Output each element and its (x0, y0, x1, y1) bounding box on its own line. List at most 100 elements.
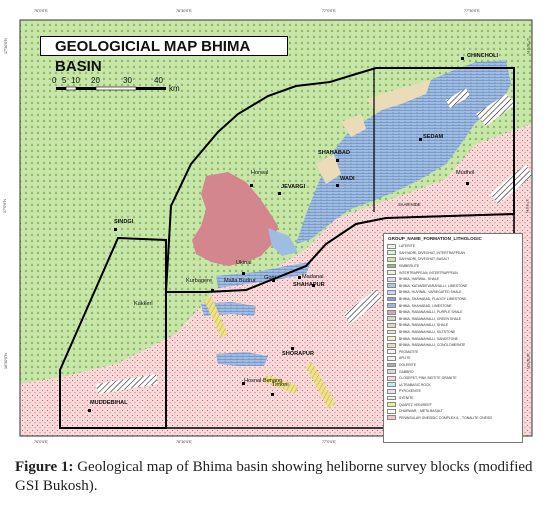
place-sedam: SEDAM (423, 134, 444, 140)
legend-label: PENINSULAR GNEISSIC COMPLEX-II, , TONALI… (399, 415, 493, 420)
place-gogi: Gogi (264, 275, 276, 281)
legend-item: BHIMA, SHAHABAD, FLAGGY LIMESTONE (384, 296, 522, 303)
legend-label: BHIMA, SHAHABAD, LIMESTONE (399, 303, 452, 308)
legend-swatch (387, 349, 396, 355)
legend-label: BHIMA, KATAMDEVARAHALLI, LIMESTONE (399, 283, 468, 288)
legend-swatch (387, 323, 396, 328)
legend-item: APLITE (384, 355, 522, 362)
legend-item: INTERTRAPPEAN, INTERTRAPPEAN (384, 269, 522, 276)
place-madanai: Madanai (302, 274, 324, 280)
scale-label-40: 40 (154, 76, 163, 85)
legend-label: LATERITE (399, 244, 415, 249)
legend-label: BHIMA, RABANAHALLI, SANDSTONE (399, 336, 458, 341)
legend-label: SAHYADRI, DIVEGHAT, INTERTRAPPEAN (399, 250, 465, 255)
legend-item: BHIMA, RABANAHALLI, CONGLOMERATE (384, 342, 522, 349)
legend-title: GROUP_NAME_FORMATION_LITHOLOGIC (388, 236, 482, 241)
legend-swatch (387, 336, 396, 341)
scale-label-5: 5 (62, 76, 67, 85)
legend-swatch (387, 369, 396, 374)
place-marker (466, 182, 469, 185)
legend-swatch (387, 362, 396, 368)
place-kurbagere: Kurbagere (186, 278, 213, 284)
place-horwal: Horwal (251, 170, 269, 176)
legend-label: BHIMA, RABANAHALLI, CONGLOMERATE (399, 343, 466, 348)
legend-swatch (387, 316, 396, 322)
legend-swatch (387, 355, 396, 361)
caption-text: Geological map of Bhima basin showing he… (15, 459, 533, 494)
legend-item: BHIMA, HARWAL, SHALE (384, 276, 522, 283)
legend-label: BHIMA, HUVINAL, VARIEGATED SHALE (399, 290, 462, 295)
legend-list: LATERITE SAHYADRI, DIVEGHAT, INTERTRAPPEA… (384, 243, 522, 421)
legend-label: BHIMA, RABANAHALLI, PURPLE SHALE (399, 310, 463, 315)
legend-label: BHIMA, RABANAHALLI, SHALE (399, 323, 448, 328)
legend-item: BHIMA, RABANAHALLI, SANDSTONE (384, 335, 522, 342)
legend-label: PEGMATITE (399, 349, 419, 354)
legend-item: PEGMATITE (384, 349, 522, 356)
legend-item: GABBRO (384, 368, 522, 375)
page: 76°0'0"E 76°30'0"E 77°0'0"E 77°30'0"E 76… (0, 0, 550, 512)
place-marker (298, 276, 301, 279)
legend-swatch (387, 290, 396, 295)
place-saarihide: SAARIHIDE (398, 202, 421, 207)
caption-label: Figure 1: (15, 459, 74, 475)
map-title: GEOLOGICIAL MAP BHIMA BASIN (40, 36, 288, 75)
place-marker (250, 184, 253, 187)
legend-item: ULTRABASIC ROCK (384, 381, 522, 388)
legend-label: BHIMA, RABANAHALLI, GREEN SHALE (399, 316, 461, 321)
coord-tick-top-1: 76°0'0"E (34, 9, 48, 13)
legend-label: INTERTRAPPEAN, INTERTRAPPEAN (399, 270, 458, 275)
coord-tick-right-1: 17°30'0"N (526, 38, 530, 54)
legend-swatch (387, 395, 396, 401)
coord-tick-top-4: 77°30'0"E (464, 9, 480, 13)
place-kakkeri: Kakkeri (134, 301, 153, 307)
legend-swatch (387, 309, 396, 315)
legend-item: BHIMA, SHAHABAD, LIMESTONE (384, 302, 522, 309)
scale-label-30: 30 (123, 76, 132, 85)
coord-tick-bottom-3: 77°0'0"E (322, 440, 336, 444)
coord-tick-right-2: 17°0'0"N (525, 199, 529, 213)
legend-item: KIMBERLITE (384, 263, 522, 270)
legend-item: SAHYADRI, DIVEGHAT, BASALT (384, 256, 522, 263)
coord-tick-top-2: 76°30'0"E (176, 9, 192, 13)
legend-swatch (387, 342, 396, 348)
legend-label: BHIMA, HARWAL, SHALE (399, 277, 439, 282)
legend-item: BHIMA, KATAMDEVARAHALLI, LIMESTONE (384, 283, 522, 290)
legend-swatch (387, 283, 396, 289)
legend-label: KIMBERLITE (399, 264, 420, 269)
legend-swatch (387, 402, 396, 407)
place-marker (88, 409, 91, 412)
legend-label: DHARWAR, , META BASALT (399, 409, 443, 414)
legend-label: APLITE (399, 356, 411, 361)
legend-item: SYENITE (384, 395, 522, 402)
legend-swatch (387, 250, 396, 256)
place-marker (211, 289, 214, 292)
place-marker (114, 228, 117, 231)
place-marker (336, 159, 339, 162)
place-shahapur: SHAHAPUR (293, 282, 325, 288)
coord-tick-bottom-2: 76°30'0"E (176, 440, 192, 444)
place-chincholi: CHINCHOLI (467, 53, 499, 59)
legend-item: PYROXENITE (384, 388, 522, 395)
legend-label: PYROXENITE (399, 389, 421, 394)
legend-swatch (387, 257, 396, 262)
legend-label: SYENITE (399, 395, 414, 400)
legend-item: LATERITE (384, 243, 522, 250)
legend-item: PENINSULAR GNEISSIC COMPLEX-II, , TONALI… (384, 414, 522, 421)
legend-item: DHARWAR, , META BASALT (384, 408, 522, 415)
place-jevargi: JEVARGI (281, 184, 306, 190)
legend-swatch (387, 296, 396, 302)
legend-label: BHIMA, RABANAHALLI, SILTSTONE (399, 330, 456, 335)
legend-item: SAHYADRI, DIVEGHAT, INTERTRAPPEAN (384, 250, 522, 257)
legend-item: BHIMA, HUVINAL, VARIEGATED SHALE (384, 289, 522, 296)
place-wadi: WADI (340, 176, 355, 182)
place-ukinal: Ukinal (236, 260, 252, 266)
place-muddebihal: MUDDEBIHAL (90, 400, 128, 406)
legend-label: DOLERITE (399, 362, 416, 367)
legend-swatch (387, 270, 396, 276)
place-mudhol: Mudhol (456, 170, 475, 176)
coord-tick-left-2: 17°0'0"N (3, 199, 7, 213)
legend-swatch (387, 388, 396, 394)
place-malla-budrur: Malla Budrur (224, 278, 256, 284)
coord-tick-top-3: 77°0'0"E (322, 9, 336, 13)
place-shahabad: SHAHABAD (318, 150, 351, 156)
